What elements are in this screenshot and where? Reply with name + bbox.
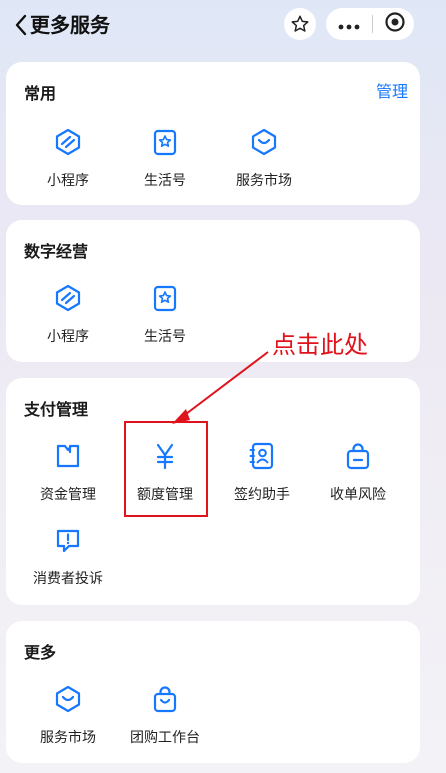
annotation-arrow [172, 351, 269, 424]
annotation-text: 点击此处 [272, 331, 368, 359]
